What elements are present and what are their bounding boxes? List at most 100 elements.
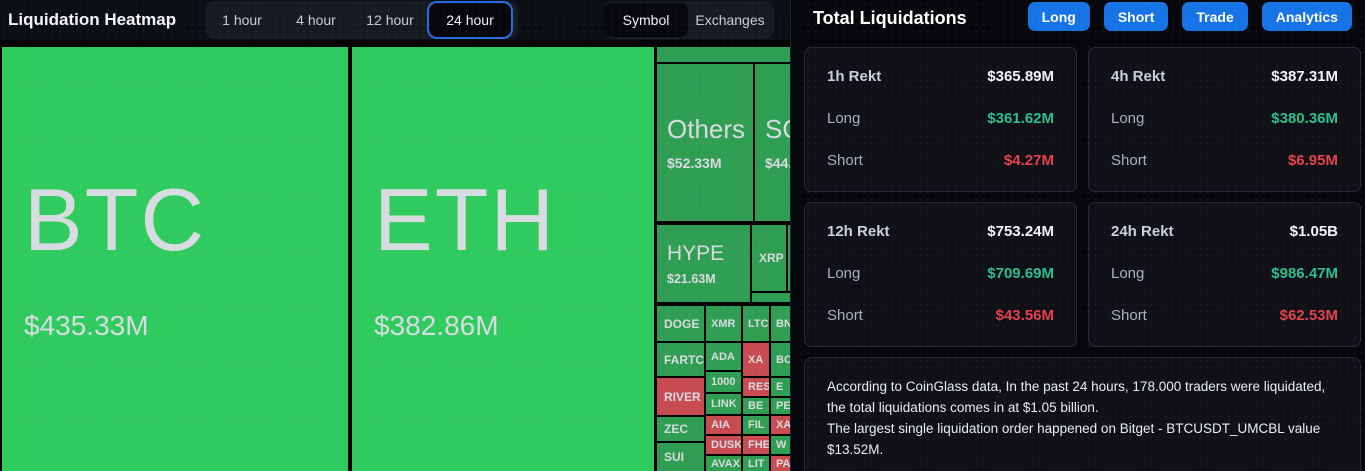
treemap-cell-btc[interactable]: BTC $435.33M — [2, 47, 348, 471]
treemap-cell-fil[interactable]: FIL — [743, 416, 769, 434]
treemap-cell-be[interactable]: BE — [743, 398, 769, 414]
cell-symbol: FIL — [748, 419, 765, 431]
timerange-12hour[interactable]: 12 hour — [353, 1, 427, 39]
short-label: Short — [1111, 307, 1147, 324]
cell-symbol: LTC — [748, 317, 769, 330]
treemap-cell-bc[interactable]: BC — [771, 343, 790, 376]
cell-symbol: PA — [776, 457, 790, 470]
treemap-cell-xrp[interactable]: XRP — [752, 225, 786, 291]
treemap-cell-xa2[interactable]: XA — [771, 416, 790, 434]
heatmap-toolbar: Liquidation Heatmap 1 hour 4 hour 12 hou… — [0, 0, 790, 40]
view-toggle-exchanges[interactable]: Exchanges — [688, 1, 772, 39]
cell-symbol: DOGE — [664, 316, 700, 331]
timerange-group: 1 hour 4 hour 12 hour 24 hour — [205, 1, 518, 39]
cell-symbol: SUI — [664, 450, 685, 464]
treemap-cell-w[interactable]: W — [771, 436, 790, 454]
treemap-cell-ltc[interactable]: LTC — [743, 306, 769, 341]
cell-symbol: ADA — [711, 350, 735, 363]
card-title: 12h Rekt — [827, 223, 890, 240]
cell-symbol: DUSK — [711, 439, 741, 451]
treemap-cell-e[interactable]: E — [771, 378, 790, 396]
treemap-cell-sui[interactable]: SUI — [657, 443, 704, 471]
timerange-24hour[interactable]: 24 hour — [427, 1, 513, 39]
treemap-cell-lit[interactable]: LIT — [743, 456, 769, 471]
long-button[interactable]: Long — [1027, 2, 1090, 31]
cell-symbol: BTC — [24, 170, 206, 269]
short-label: Short — [1111, 152, 1147, 169]
cell-symbol: PE — [776, 400, 790, 412]
cell-symbol: LINK — [711, 398, 737, 410]
card-total: $1.05B — [1289, 223, 1338, 240]
summary-line-2: The largest single liquidation order hap… — [827, 421, 1321, 457]
short-label: Short — [827, 307, 863, 324]
treemap-cell-eth[interactable]: ETH $382.86M — [352, 47, 654, 471]
long-value: $380.36M — [1271, 110, 1338, 127]
trade-button[interactable]: Trade — [1182, 2, 1248, 31]
treemap-cell-dusk[interactable]: DUSK — [706, 436, 741, 454]
treemap-cell-river[interactable]: RIVER — [657, 378, 704, 415]
rekt-card-24h: 24h Rekt $1.05B Long $986.47M Short $62.53M — [1088, 202, 1361, 347]
rekt-card-12h: 12h Rekt $753.24M Long $709.69M Short $43.5… — [804, 202, 1077, 347]
short-value: $62.53M — [1279, 307, 1338, 324]
treemap-cell-xrp-below-sliver[interactable] — [752, 293, 790, 302]
card-total: $753.24M — [987, 223, 1054, 240]
long-value: $361.62M — [987, 110, 1054, 127]
long-label: Long — [827, 265, 861, 282]
treemap-cell-1000[interactable]: 1000 — [706, 372, 741, 392]
cell-symbol: XRP — [759, 251, 784, 265]
rekt-card-1h: 1h Rekt $365.89M Long $361.62M Short $4.27M — [804, 47, 1077, 192]
cell-value: $382.86M — [374, 310, 499, 341]
treemap-cell-hype[interactable]: HYPE $21.63M — [657, 225, 750, 302]
treemap-cell-top-sliver[interactable] — [657, 47, 790, 62]
cell-symbol: SOL — [765, 114, 790, 144]
card-title: 4h Rekt — [1111, 68, 1166, 85]
cell-symbol: W — [776, 439, 787, 451]
cell-symbol: BE — [748, 400, 764, 412]
treemap-cell-xmr[interactable]: XMR — [706, 306, 741, 341]
treemap-cell-xa[interactable]: XA — [743, 343, 769, 376]
short-button[interactable]: Short — [1103, 2, 1169, 31]
cell-value: $52.33M — [667, 155, 722, 171]
treemap-cell-fartcoin[interactable]: FARTCOIN — [657, 343, 704, 376]
summary-line-1: According to CoinGlass data, In the past… — [827, 379, 1326, 415]
liquidation-treemap: BTC $435.33M ETH $382.86M Others $52.33M SOL $4… — [0, 45, 790, 471]
cell-symbol: LIT — [748, 457, 765, 470]
card-title: 24h Rekt — [1111, 223, 1174, 240]
view-toggle-group: Symbol Exchanges — [604, 1, 774, 39]
treemap-cell-sol[interactable]: SOL $44. — [755, 64, 790, 221]
treemap-cell-aia[interactable]: AIA — [706, 416, 741, 434]
treemap-cell-ada[interactable]: ADA — [706, 343, 741, 370]
long-label: Long — [827, 110, 861, 127]
treemap-cell-bnb[interactable]: BNB — [771, 306, 790, 341]
analytics-button[interactable]: Analytics — [1261, 2, 1352, 31]
cell-symbol: AIA — [711, 419, 730, 431]
card-title: 1h Rekt — [827, 68, 882, 85]
card-total: $387.31M — [1271, 68, 1338, 85]
view-toggle-symbol[interactable]: Symbol — [604, 3, 688, 37]
treemap-cell-others[interactable]: Others $52.33M — [657, 64, 753, 221]
short-label: Short — [827, 152, 863, 169]
total-liquidations-panel: Total Liquidations Long Short Trade Anal… — [790, 0, 1365, 471]
cell-symbol: 1000 — [711, 376, 736, 388]
short-value: $43.56M — [995, 307, 1054, 324]
timerange-1hour[interactable]: 1 hour — [205, 1, 279, 39]
cell-symbol: FARTCOIN — [664, 352, 704, 367]
treemap-cell-pa[interactable]: PA — [771, 456, 790, 471]
treemap-cell-fhe[interactable]: FHE — [743, 436, 769, 454]
panel-actions: Long Short Trade Analytics — [1027, 2, 1352, 31]
timerange-4hour[interactable]: 4 hour — [279, 1, 353, 39]
treemap-cell-avax[interactable]: AVAX — [706, 456, 741, 471]
panel-title: Total Liquidations — [813, 8, 967, 28]
cell-value: $21.63M — [667, 271, 716, 286]
treemap-cell-link[interactable]: LINK — [706, 394, 741, 414]
cell-value: $44. — [765, 155, 790, 171]
long-value: $709.69M — [987, 265, 1054, 282]
treemap-cell-doge[interactable]: DOGE — [657, 306, 704, 341]
cell-symbol: ZEC — [664, 422, 688, 436]
treemap-cell-zec[interactable]: ZEC — [657, 417, 704, 441]
long-value: $986.47M — [1271, 265, 1338, 282]
treemap-cell-pe[interactable]: PE — [771, 398, 790, 414]
cell-symbol: XA — [776, 419, 790, 431]
treemap-cell-res[interactable]: RES — [743, 378, 769, 396]
cell-value: $435.33M — [24, 310, 149, 341]
